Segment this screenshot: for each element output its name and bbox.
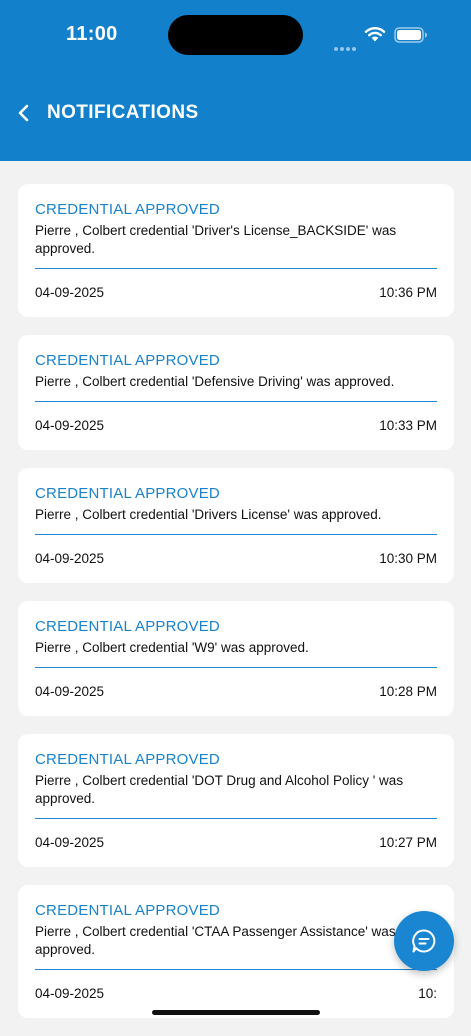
battery-icon xyxy=(394,27,427,43)
notification-footer: 04-09-2025 10:36 PM xyxy=(35,284,437,302)
notification-time: 10:27 PM xyxy=(379,835,437,850)
notification-footer: 04-09-2025 10: xyxy=(35,985,437,1003)
chevron-left-icon[interactable] xyxy=(14,102,34,124)
home-indicator xyxy=(152,1010,320,1015)
cellular-signal-icon xyxy=(334,38,358,56)
notification-card[interactable]: CREDENTIAL APPROVED Pierre , Colbert cre… xyxy=(18,468,454,583)
notification-time: 10: xyxy=(418,986,437,1001)
chat-button[interactable] xyxy=(394,911,454,971)
notification-message: Pierre , Colbert credential 'Defensive D… xyxy=(35,374,395,389)
divider xyxy=(35,818,437,819)
notification-card[interactable]: CREDENTIAL APPROVED Pierre , Colbert cre… xyxy=(18,184,454,317)
notification-footer: 04-09-2025 10:28 PM xyxy=(35,683,437,701)
notification-footer: 04-09-2025 10:30 PM xyxy=(35,550,437,568)
notification-card[interactable]: CREDENTIAL APPROVED Pierre , Colbert cre… xyxy=(18,885,454,1018)
notification-date: 04-09-2025 xyxy=(35,684,105,699)
notification-footer: 04-09-2025 10:33 PM xyxy=(35,417,437,435)
notification-message: Pierre , Colbert credential 'CTAA Passen… xyxy=(35,924,396,957)
notification-title: CREDENTIAL APPROVED xyxy=(35,902,220,919)
notification-title: CREDENTIAL APPROVED xyxy=(35,201,220,218)
notification-title: CREDENTIAL APPROVED xyxy=(35,352,220,369)
chat-icon xyxy=(412,929,436,953)
notification-card[interactable]: CREDENTIAL APPROVED Pierre , Colbert cre… xyxy=(18,601,454,716)
divider xyxy=(35,401,437,402)
notification-card[interactable]: CREDENTIAL APPROVED Pierre , Colbert cre… xyxy=(18,734,454,867)
notification-list: CREDENTIAL APPROVED Pierre , Colbert cre… xyxy=(18,184,454,1036)
notification-title: CREDENTIAL APPROVED xyxy=(35,751,220,768)
notification-title: CREDENTIAL APPROVED xyxy=(35,485,220,502)
notification-time: 10:36 PM xyxy=(379,285,437,300)
divider xyxy=(35,969,437,970)
notification-message: Pierre , Colbert credential 'Driver's Li… xyxy=(35,223,397,256)
notification-time: 10:30 PM xyxy=(379,551,437,566)
notification-time: 10:33 PM xyxy=(379,418,437,433)
nav-bar: NOTIFICATIONS xyxy=(0,90,471,136)
notification-footer: 04-09-2025 10:27 PM xyxy=(35,834,437,852)
app-header: 11:00 NOTIFICATIONS xyxy=(0,0,471,161)
status-bar: 11:00 xyxy=(0,0,471,70)
notification-date: 04-09-2025 xyxy=(35,551,105,566)
notification-message: Pierre , Colbert credential 'DOT Drug an… xyxy=(35,773,404,806)
status-time: 11:00 xyxy=(66,23,118,45)
notification-time: 10:28 PM xyxy=(379,684,437,699)
notification-title: CREDENTIAL APPROVED xyxy=(35,618,220,635)
notification-date: 04-09-2025 xyxy=(35,835,105,850)
notification-date: 04-09-2025 xyxy=(35,986,105,1001)
wifi-icon xyxy=(364,27,386,42)
divider xyxy=(35,667,437,668)
page-title: NOTIFICATIONS xyxy=(47,102,199,123)
divider xyxy=(35,268,437,269)
dynamic-island xyxy=(168,15,303,55)
notification-message: Pierre , Colbert credential 'Drivers Lic… xyxy=(35,507,382,522)
notification-date: 04-09-2025 xyxy=(35,418,105,433)
divider xyxy=(35,534,437,535)
notification-message: Pierre , Colbert credential 'W9' was app… xyxy=(35,640,309,655)
notification-card[interactable]: CREDENTIAL APPROVED Pierre , Colbert cre… xyxy=(18,335,454,450)
notification-date: 04-09-2025 xyxy=(35,285,105,300)
